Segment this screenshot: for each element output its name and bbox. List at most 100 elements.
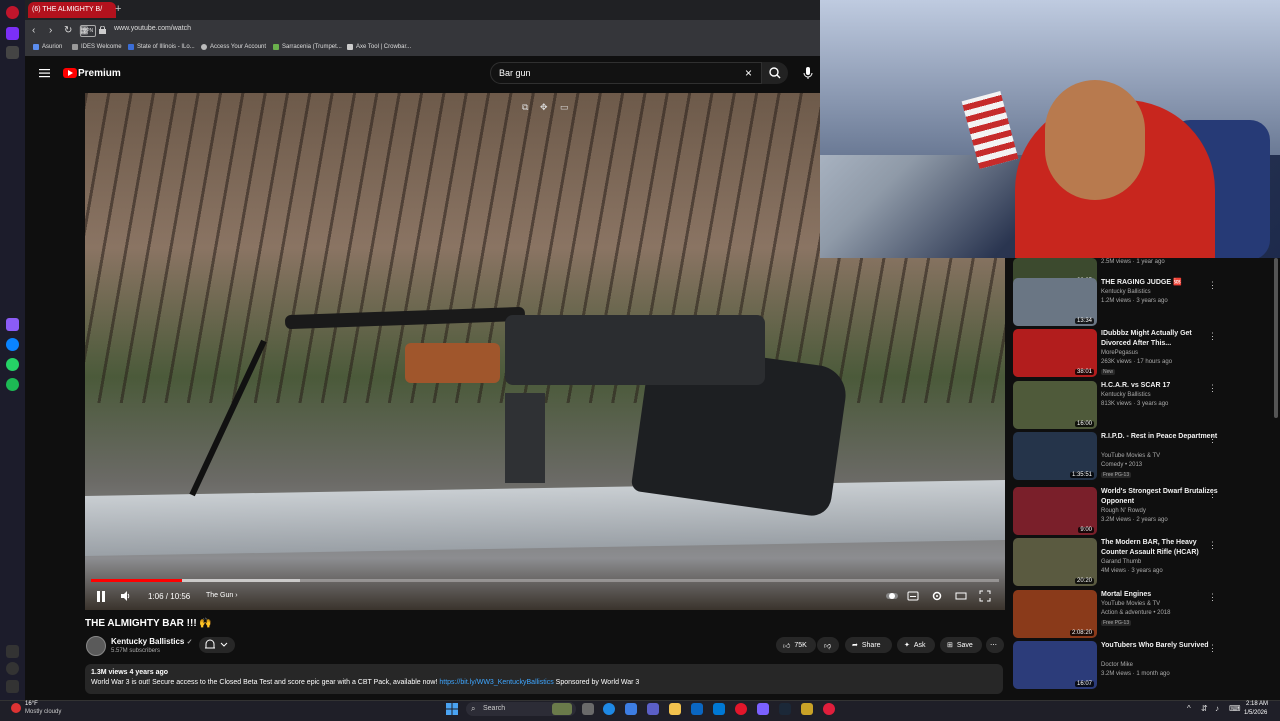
recommendation-thumbnail[interactable]: 2:08:20 [1013, 590, 1097, 638]
more-icon[interactable] [6, 680, 19, 693]
bookmark-item[interactable]: Access Your Account [201, 44, 266, 50]
recommendation-title[interactable]: H.C.A.R. vs SCAR 17 [1101, 381, 1219, 391]
search-query[interactable]: Bar gun [499, 68, 531, 78]
description-link[interactable]: https://bit.ly/WW3_KentuckyBallistics [439, 679, 553, 686]
file-explorer-icon[interactable] [669, 703, 681, 715]
task-view-icon[interactable] [582, 703, 594, 715]
search-button[interactable] [762, 62, 788, 84]
recommendation-thumbnail[interactable]: 16:07 [1013, 641, 1097, 689]
recommendation-thumbnail[interactable]: 38:01 [1013, 329, 1097, 377]
menu-icon[interactable] [39, 68, 50, 78]
dislike-button[interactable]: 👎︎ [817, 637, 839, 653]
recommendation-title[interactable]: IDubbbz Might Actually Get Divorced Afte… [1101, 329, 1219, 349]
recommendation-thumbnail[interactable]: 9:00 [1013, 487, 1097, 535]
subtitles-icon[interactable] [907, 590, 919, 602]
opera-taskbar-icon[interactable] [735, 703, 747, 715]
recommendation-item[interactable]: 16:07 YouTubers Who Barely Survived Doctor… [1013, 641, 1273, 691]
microphone-icon[interactable] [800, 64, 816, 82]
steam-icon[interactable] [779, 703, 791, 715]
channel-name[interactable]: Kentucky Ballistics ✓ [111, 637, 192, 646]
ask-button[interactable]: ✦ Ask [897, 637, 935, 653]
bookmark-item[interactable]: Axe Tool | Crowbar... [347, 44, 411, 50]
windows-start-icon[interactable] [446, 703, 458, 715]
tab-active[interactable]: (6) THE ALMIGHTY B/ [28, 2, 116, 18]
more-options-icon[interactable]: ⋮ [1208, 331, 1217, 341]
search-highlight-icon[interactable] [552, 703, 572, 715]
recommendation-thumbnail[interactable]: 20:20 [1013, 538, 1097, 586]
aria-icon[interactable] [6, 318, 19, 331]
fullscreen-icon[interactable] [979, 590, 991, 602]
recommendation-title[interactable]: World's Strongest Dwarf Brutalizes Oppon… [1101, 487, 1219, 507]
recommendation-title[interactable]: R.I.P.D. - Rest in Peace Department [1101, 432, 1219, 442]
bookmark-item[interactable]: State of Illinois - ILo... [128, 44, 195, 50]
more-options-icon[interactable]: ⋮ [1208, 434, 1217, 444]
more-actions-button[interactable]: ⋯ [986, 637, 1004, 653]
recommendation-channel[interactable]: Kentucky Ballistics [1101, 392, 1151, 398]
copilot-icon[interactable] [625, 703, 637, 715]
spotify-icon[interactable] [6, 378, 19, 391]
recommendation-item[interactable]: 38:01 IDubbbz Might Actually Get Divorced… [1013, 329, 1273, 379]
store-icon[interactable] [691, 703, 703, 715]
more-options-icon[interactable]: ⋮ [1208, 383, 1217, 393]
recommendation-title[interactable]: The Modern BAR, The Heavy Counter Assaul… [1101, 538, 1219, 558]
recommendation-channel[interactable]: Rough N' Rowdy [1101, 508, 1146, 514]
new-tab-button[interactable]: + [115, 3, 125, 15]
recommendation-channel[interactable]: Doctor Mike [1101, 662, 1133, 668]
more-options-icon[interactable]: ⋮ [1208, 540, 1217, 550]
forward-icon[interactable]: › [49, 25, 52, 36]
pause-icon[interactable] [96, 591, 106, 602]
messenger-taskbar-icon[interactable] [757, 703, 769, 715]
recommendation-thumbnail[interactable]: 16:00 [1013, 381, 1097, 429]
save-button[interactable]: ⊞ Save [940, 637, 982, 653]
scrollbar[interactable] [1274, 258, 1278, 418]
more-options-icon[interactable]: ⋮ [1208, 643, 1217, 653]
back-icon[interactable]: ‹ [32, 25, 35, 36]
recommendation-item[interactable]: 2:08:20 Mortal Engines YouTube Movies & TV… [1013, 590, 1273, 640]
channel-avatar[interactable] [86, 636, 106, 656]
recommendation-channel[interactable]: MorePegasus [1101, 350, 1138, 356]
tray-network-icon[interactable]: ⇵ [1201, 704, 1208, 713]
tray-chevron-icon[interactable]: ^ [1187, 704, 1191, 713]
outlook-icon[interactable] [713, 703, 725, 715]
search-input[interactable] [490, 62, 762, 84]
recommendation-item[interactable]: 9:00 World's Strongest Dwarf Brutalizes O… [1013, 487, 1273, 537]
recommendation-item[interactable]: 16:00 H.C.A.R. vs SCAR 17 Kentucky Ballist… [1013, 381, 1273, 431]
home-icon[interactable] [6, 27, 19, 40]
chapter-label[interactable]: The Gun › [206, 592, 238, 599]
star-icon[interactable] [6, 46, 19, 59]
clock-time[interactable]: 2:18 AM [1246, 701, 1268, 707]
recommendation-title[interactable]: Mortal Engines [1101, 590, 1219, 600]
settings-gear-icon[interactable] [931, 590, 943, 602]
bookmark-item[interactable]: Asurion [33, 44, 62, 50]
bookmark-item[interactable]: Sarracenia (Trumpet... [273, 44, 342, 50]
miniplayer-icon[interactable]: ⧉ [522, 103, 531, 112]
more-options-icon[interactable]: ⋮ [1208, 280, 1217, 290]
messenger-icon[interactable] [6, 338, 19, 351]
opera-icon[interactable] [6, 6, 19, 19]
recommendation-title[interactable]: YouTubers Who Barely Survived [1101, 641, 1219, 651]
youtube-logo-icon[interactable] [63, 68, 77, 78]
autoplay-toggle-icon[interactable] [886, 590, 898, 602]
recommendation-channel[interactable]: YouTube Movies & TV [1101, 453, 1160, 459]
expand-icon[interactable]: ✥ [540, 103, 549, 112]
history-icon[interactable] [6, 662, 19, 675]
recommendation-channel[interactable]: Kentucky Ballistics [1101, 289, 1151, 295]
bookmark-item[interactable]: IDES Welcome [72, 44, 122, 50]
teams-icon[interactable] [647, 703, 659, 715]
weather-temperature[interactable]: 16°F [25, 701, 38, 707]
notification-bell-button[interactable] [199, 637, 235, 653]
edge-icon[interactable] [603, 703, 615, 715]
recommendation-title[interactable]: THE RAGING JUDGE 🆘 [1101, 278, 1219, 288]
recommendation-item[interactable]: 13:34 THE RAGING JUDGE 🆘 Kentucky Ballisti… [1013, 278, 1273, 328]
recommendation-item[interactable]: 20:20 The Modern BAR, The Heavy Counter A… [1013, 538, 1273, 588]
volume-icon[interactable] [121, 591, 131, 601]
share-button[interactable]: ➦ Share [845, 637, 892, 653]
vpn-badge[interactable]: VPN [80, 25, 96, 37]
more-options-icon[interactable]: ⋮ [1208, 592, 1217, 602]
tray-volume-icon[interactable]: ♪ [1215, 704, 1219, 713]
recommendation-item[interactable]: 1:35:51 R.I.P.D. - Rest in Peace Departme… [1013, 432, 1273, 482]
cast-icon[interactable]: ▭ [560, 103, 569, 112]
clock-date[interactable]: 1/5/2026 [1244, 710, 1267, 716]
more-options-icon[interactable]: ⋮ [1208, 489, 1217, 499]
recommendation-thumbnail[interactable]: 1:35:51 [1013, 432, 1097, 480]
